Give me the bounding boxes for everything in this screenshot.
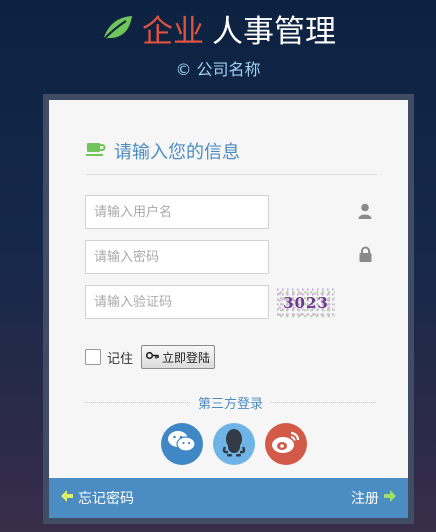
login-card: 请输入您的信息 3023 记住 — [49, 100, 408, 478]
user-icon — [358, 203, 372, 223]
remember-checkbox[interactable] — [85, 349, 101, 365]
password-input[interactable] — [85, 240, 269, 274]
arrow-right-icon — [383, 489, 397, 507]
captcha-text: 3023 — [283, 294, 329, 312]
forgot-password-label: 忘记密码 — [78, 491, 134, 507]
qq-penguin-icon — [222, 427, 246, 461]
remember-row: 记住 立即登陆 — [85, 345, 216, 369]
username-input[interactable] — [85, 195, 269, 229]
form-heading: 请输入您的信息 — [86, 138, 377, 175]
third-party-divider: 第三方登录 — [85, 393, 377, 412]
third-party-label: 第三方登录 — [198, 397, 264, 412]
divider-line-right — [271, 402, 377, 403]
app-title: 企业 人事管理 — [100, 12, 336, 52]
qq-login-button[interactable] — [213, 423, 255, 465]
leaf-icon — [100, 12, 134, 52]
key-icon — [145, 350, 159, 364]
captcha-input[interactable] — [85, 285, 269, 319]
divider-line-left — [85, 402, 190, 403]
title-rest: 人事管理 — [212, 14, 336, 50]
login-panel: 请输入您的信息 3023 记住 — [43, 94, 414, 524]
weibo-icon — [271, 429, 301, 459]
wechat-icon — [167, 429, 197, 459]
social-login-group — [161, 423, 307, 465]
brand-header: 企业 人事管理 © 公司名称 — [0, 12, 436, 80]
login-button-label: 立即登陆 — [162, 350, 211, 365]
coffee-icon — [86, 141, 106, 162]
captcha-image[interactable]: 3023 — [277, 288, 335, 318]
company-name: © 公司名称 — [175, 60, 261, 79]
forgot-password-link[interactable]: 忘记密码 — [60, 488, 134, 508]
wechat-login-button[interactable] — [161, 423, 203, 465]
login-footer: 忘记密码 注册 — [49, 478, 408, 518]
arrow-left-icon — [60, 489, 74, 507]
remember-label: 记住 — [107, 351, 134, 367]
lock-icon — [359, 246, 372, 266]
title-accent: 企业 — [142, 14, 204, 50]
register-label: 注册 — [351, 491, 379, 507]
register-link[interactable]: 注册 — [351, 488, 397, 508]
login-button[interactable]: 立即登陆 — [141, 345, 216, 369]
weibo-login-button[interactable] — [265, 423, 307, 465]
form-heading-text: 请输入您的信息 — [114, 142, 240, 163]
